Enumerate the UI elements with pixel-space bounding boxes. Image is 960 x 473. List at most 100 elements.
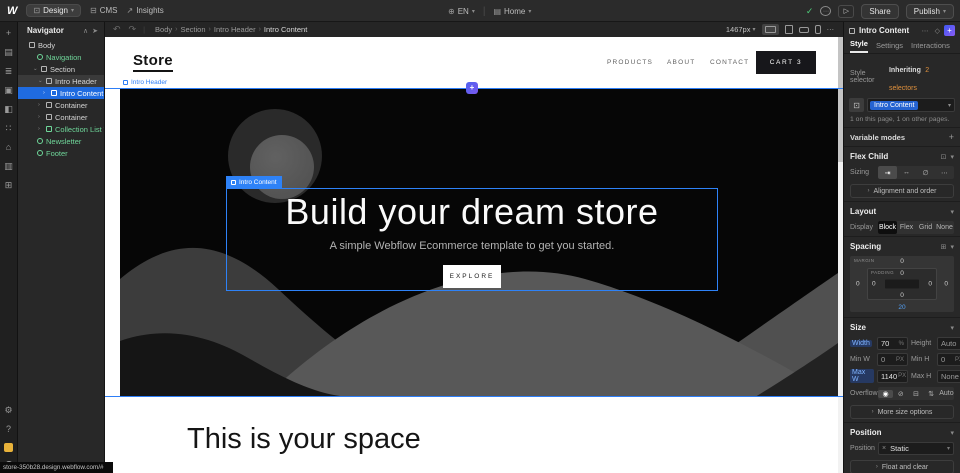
- variables-icon[interactable]: ∷: [6, 123, 12, 133]
- min-height-input[interactable]: 0 PX: [937, 353, 960, 366]
- display-block-option[interactable]: Block: [878, 221, 897, 234]
- overflow-hidden-icon[interactable]: ⊘: [893, 390, 908, 398]
- style-source-icon[interactable]: ⊡: [849, 98, 864, 112]
- ecommerce-icon[interactable]: ⌂: [6, 142, 11, 152]
- margin-left-value[interactable]: 0: [856, 281, 860, 288]
- cms-button[interactable]: ⊟ CMS: [90, 6, 117, 15]
- store-logo[interactable]: Store: [133, 52, 173, 72]
- expand-arrow-icon[interactable]: ⌄: [33, 66, 38, 72]
- assets-icon[interactable]: ◧: [4, 104, 13, 114]
- margin-top-value[interactable]: 0: [900, 258, 904, 265]
- breadcrumb-body[interactable]: Body: [155, 25, 172, 34]
- navigator-item-navigation[interactable]: Navigation: [18, 51, 104, 63]
- hero-title[interactable]: Build your dream store: [285, 191, 658, 233]
- margin-right-value[interactable]: 0: [944, 281, 948, 288]
- cart-button[interactable]: CART 3: [756, 51, 816, 74]
- settings-gear-icon[interactable]: ⚙: [4, 405, 12, 415]
- sizing-shrink-option[interactable]: ⇥: [878, 166, 897, 179]
- float-and-clear-expander[interactable]: › Float and clear: [850, 460, 954, 473]
- intro-content-tag[interactable]: Intro Content: [226, 176, 282, 188]
- spacing-diagram[interactable]: MARGIN 0 0 0 20 PADDING 0 0 0 0: [850, 256, 954, 312]
- more-size-options-expander[interactable]: › More size options: [850, 405, 954, 419]
- height-input[interactable]: Auto ▾: [937, 337, 960, 350]
- sizing-grow-option[interactable]: ↔: [897, 166, 916, 179]
- expand-arrow-icon[interactable]: ⌄: [38, 78, 43, 84]
- navigator-item-newsletter[interactable]: Newsletter: [18, 135, 104, 147]
- share-button[interactable]: Share: [861, 4, 898, 19]
- pin-icon[interactable]: ➤: [92, 27, 98, 35]
- apps-icon[interactable]: ⊞: [5, 180, 13, 190]
- chevron-down-icon[interactable]: ▾: [950, 153, 954, 161]
- flex-child-settings-icon[interactable]: ⊡: [941, 153, 947, 161]
- design-canvas[interactable]: Store PRODUCTS ABOUT CONTACT CART 3 Intr…: [105, 37, 843, 473]
- collapse-arrow-icon[interactable]: ›: [38, 126, 43, 132]
- collapse-arrow-icon[interactable]: ›: [38, 102, 43, 108]
- help-icon[interactable]: ?: [6, 424, 11, 434]
- padding-left-value[interactable]: 0: [872, 281, 876, 288]
- webflow-logo[interactable]: W: [7, 5, 17, 17]
- hero-subtitle[interactable]: A simple Webflow Ecommerce template to g…: [330, 240, 615, 252]
- comments-icon[interactable]: ⋯: [820, 6, 831, 16]
- chevron-down-icon[interactable]: ▾: [950, 324, 954, 332]
- alignment-and-order-expander[interactable]: › Alignment and order: [850, 184, 954, 198]
- overflow-auto-option[interactable]: Auto: [939, 390, 954, 397]
- class-selector-input[interactable]: Intro Content ▾: [867, 98, 955, 112]
- navigator-item-footer[interactable]: Footer: [18, 147, 104, 159]
- tab-interactions[interactable]: Interactions: [911, 41, 950, 53]
- section-heading[interactable]: This is your space: [187, 423, 421, 456]
- display-grid-option[interactable]: Grid: [916, 221, 935, 234]
- pages-icon[interactable]: ▤: [4, 47, 13, 57]
- navigator-item-container-2[interactable]: › Container: [18, 111, 104, 123]
- publish-button[interactable]: Publish ▾: [906, 4, 954, 19]
- page-selector[interactable]: ▤ Home ▾: [493, 7, 531, 16]
- nav-link-about[interactable]: ABOUT: [667, 59, 695, 66]
- position-select[interactable]: × Static ▾: [878, 442, 954, 455]
- design-mode-button[interactable]: ⊡ Design ▾: [26, 4, 81, 17]
- intro-header-tag[interactable]: Intro Header: [123, 79, 167, 86]
- margin-bottom-value[interactable]: 20: [898, 304, 905, 311]
- insights-button[interactable]: ↗ Insights: [127, 6, 164, 15]
- intro-content-selection[interactable]: Intro Content Build your dream store A s…: [226, 188, 718, 291]
- chevron-down-icon[interactable]: ▾: [950, 429, 954, 437]
- padding-bottom-value[interactable]: 0: [900, 292, 904, 299]
- nav-link-contact[interactable]: CONTACT: [710, 59, 749, 66]
- max-width-unit[interactable]: PX: [898, 373, 906, 379]
- account-badge[interactable]: [4, 443, 13, 452]
- breadcrumb-section[interactable]: Section: [181, 25, 206, 34]
- breakpoint-phone-portrait-icon[interactable]: [815, 25, 821, 34]
- class-pill[interactable]: Intro Content: [870, 101, 918, 110]
- navigator-item-intro-header[interactable]: ⌄ Intro Header: [18, 75, 104, 87]
- min-width-unit[interactable]: PX: [896, 357, 904, 363]
- padding-top-value[interactable]: 0: [900, 270, 904, 277]
- chevron-down-icon[interactable]: ▾: [950, 243, 954, 251]
- width-input[interactable]: 70 %: [877, 337, 908, 350]
- min-width-input[interactable]: 0 PX: [877, 353, 908, 366]
- max-width-input[interactable]: 1140 PX: [877, 370, 908, 383]
- tab-style[interactable]: Style: [850, 39, 868, 53]
- explore-button[interactable]: EXPLORE: [443, 265, 501, 288]
- redo-icon[interactable]: ↷: [129, 24, 137, 35]
- breakpoint-desktop-icon[interactable]: [762, 24, 779, 35]
- navigator-item-container-1[interactable]: › Container: [18, 99, 104, 111]
- canvas-width-selector[interactable]: 1467px ▾: [726, 25, 756, 34]
- padding-right-value[interactable]: 0: [928, 281, 932, 288]
- display-flex-option[interactable]: Flex: [897, 221, 916, 234]
- breadcrumb-intro-header[interactable]: Intro Header: [214, 25, 256, 34]
- navigator-icon[interactable]: ≣: [5, 66, 13, 76]
- ai-assistant-icon[interactable]: +: [944, 25, 955, 36]
- undo-icon[interactable]: ↶: [113, 24, 121, 35]
- nav-link-products[interactable]: PRODUCTS: [607, 59, 653, 66]
- variable-modes-row[interactable]: Variable modes +: [844, 128, 960, 146]
- navigator-item-section[interactable]: ⌄ Section: [18, 63, 104, 75]
- create-component-icon[interactable]: ◇: [935, 27, 940, 35]
- add-elements-icon[interactable]: +: [6, 28, 11, 38]
- navigator-item-collection-list[interactable]: › Collection List Wra...: [18, 123, 104, 135]
- spacing-settings-icon[interactable]: ⊞: [941, 243, 947, 251]
- collapse-arrow-icon[interactable]: ›: [38, 114, 43, 120]
- more-breakpoints-icon[interactable]: ⋯: [827, 25, 836, 34]
- more-icon[interactable]: ⋯: [922, 27, 929, 35]
- breakpoint-phone-landscape-icon[interactable]: [799, 27, 809, 33]
- padding-diagram[interactable]: PADDING 0 0 0 0: [867, 268, 937, 300]
- max-height-input[interactable]: None ▾: [937, 370, 960, 383]
- add-section-handle[interactable]: +: [466, 82, 478, 94]
